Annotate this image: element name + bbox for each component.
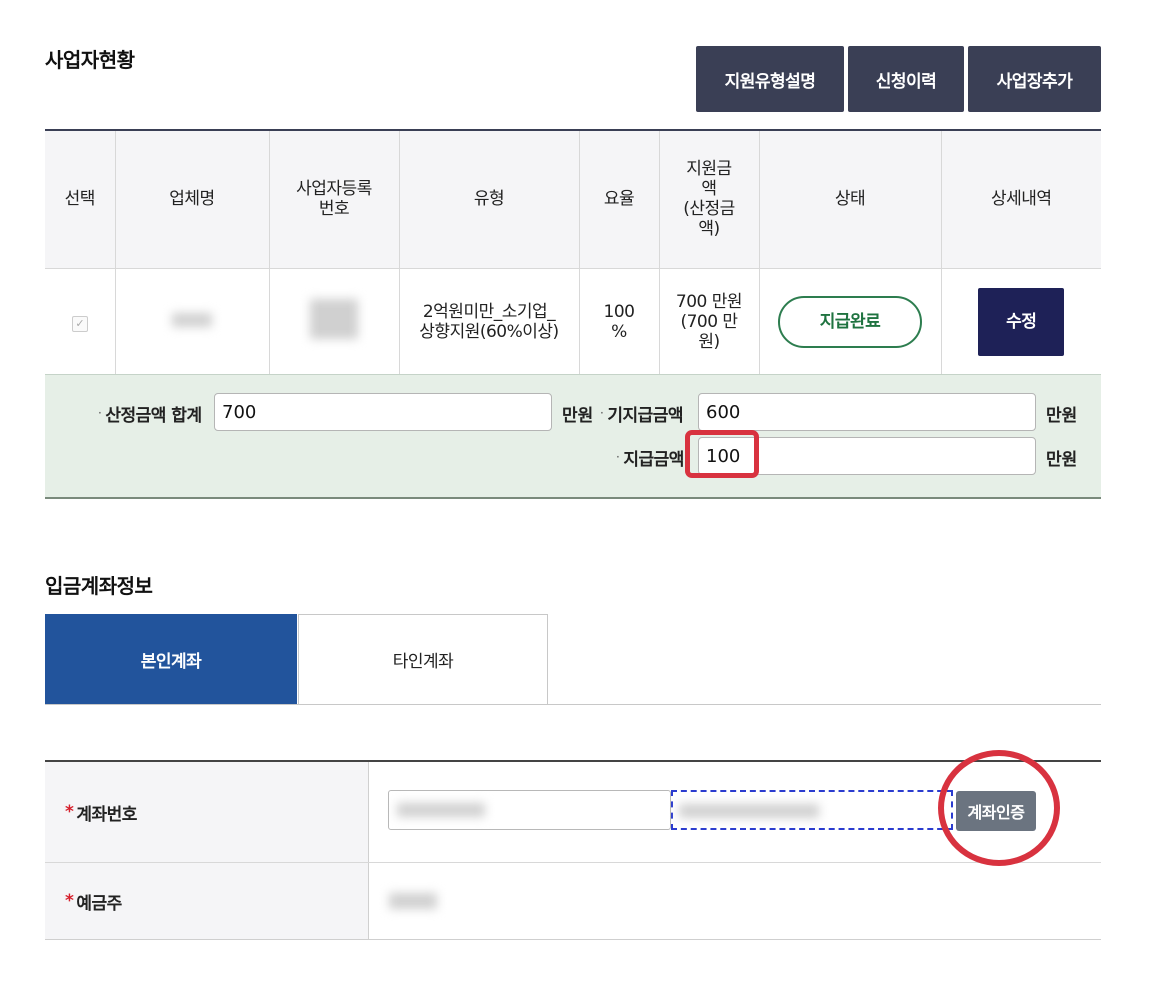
col-header-detail: 상세내역 <box>940 129 1101 268</box>
blurred-account-number <box>679 804 819 818</box>
paid-amount-unit: 만원 <box>1046 406 1078 426</box>
account-holder-value <box>369 863 1101 939</box>
type-cell: 2억원미만_소기업_ 상향지원(60%이상) <box>398 267 580 375</box>
col-header-select: 선택 <box>45 129 116 268</box>
tab-divider <box>45 704 1101 705</box>
amount-cell: 700 만원 (700 만 원) <box>658 267 760 375</box>
total-amount-label: · 산정금액 합계 <box>98 406 202 426</box>
verify-button-highlight <box>938 750 1060 866</box>
biz-number-cell <box>268 267 400 375</box>
bank-select-field[interactable] <box>388 790 671 830</box>
select-cell[interactable]: ✓ <box>45 267 116 375</box>
col-header-company: 업체명 <box>114 129 270 268</box>
total-amount-field[interactable]: 700 <box>214 393 552 431</box>
col-header-status: 상태 <box>758 129 942 268</box>
blurred-holder-name <box>389 893 437 909</box>
col-header-amount: 지원금 액 (산정금 액) <box>658 129 760 268</box>
support-type-button[interactable]: 지원유형설명 <box>696 46 844 112</box>
pay-amount-unit: 만원 <box>1046 450 1078 470</box>
account-number-label: * 계좌번호 <box>45 762 369 862</box>
status-cell: 지급완료 <box>758 267 942 375</box>
paid-amount-field[interactable]: 600 <box>698 393 1036 431</box>
detail-cell: 수정 <box>940 267 1101 375</box>
col-header-biz-number: 사업자등록 번호 <box>268 129 400 268</box>
account-holder-label: * 예금주 <box>45 863 369 939</box>
col-header-rate: 요율 <box>578 129 660 268</box>
application-history-button[interactable]: 신청이력 <box>848 46 964 112</box>
pay-amount-highlight <box>685 430 759 478</box>
col-header-type: 유형 <box>398 129 580 268</box>
add-site-button[interactable]: 사업장추가 <box>968 46 1101 112</box>
blurred-bank-name <box>397 803 485 817</box>
company-name-cell <box>114 267 270 375</box>
business-table: 선택 업체명 사업자등록 번호 유형 요율 지원금 액 (산정금 액) 상태 상… <box>45 129 1101 375</box>
blurred-biz-number <box>310 299 358 340</box>
paid-amount-label: · 기지급금액 <box>600 406 684 426</box>
status-badge: 지급완료 <box>778 295 922 348</box>
account-section-title: 입금계좌정보 <box>45 574 153 598</box>
business-section-title: 사업자현황 <box>45 48 135 72</box>
total-amount-unit: 만원 <box>562 406 594 426</box>
tab-other-account[interactable]: 타인계좌 <box>298 614 548 704</box>
pay-amount-label: · 지급금액 <box>616 450 684 470</box>
blurred-company-name <box>172 312 212 327</box>
edit-button[interactable]: 수정 <box>978 287 1065 356</box>
rate-cell: 100 % <box>578 267 660 375</box>
tab-own-account[interactable]: 본인계좌 <box>45 614 297 704</box>
row-checkbox[interactable]: ✓ <box>71 315 88 332</box>
account-holder-row: * 예금주 <box>45 863 1101 939</box>
account-number-input[interactable] <box>671 790 953 830</box>
table-row: ✓ 2억원미만_소기업_ 상향지원(60%이상) 100 % 700 만원 (7… <box>45 267 1101 375</box>
